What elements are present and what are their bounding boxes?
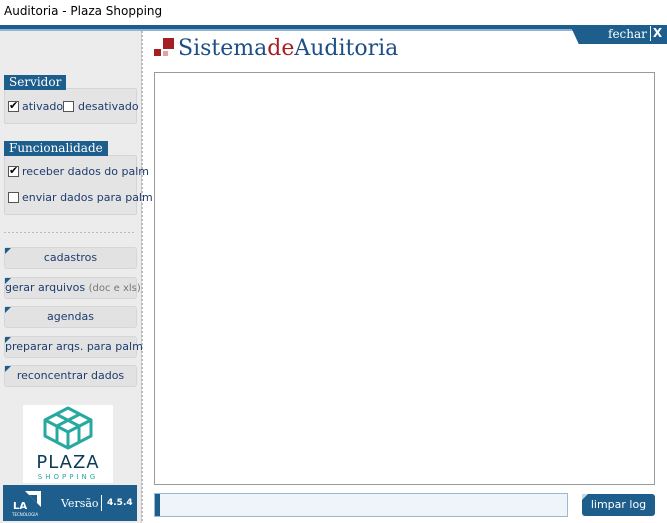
enviar-checkbox[interactable] [8,192,19,203]
desativado-checkbox[interactable] [63,101,74,112]
close-link[interactable]: fechar [608,27,647,41]
ativado-label: ativado [22,100,64,113]
la-logo-subtext: TECNOLOGIA [11,512,38,517]
progress-fill [155,494,160,516]
receber-checkbox[interactable] [8,164,19,177]
funcionalidade-group [4,155,137,215]
enviar-label: enviar dados para palm [22,191,153,204]
plaza-cube-icon [43,406,93,450]
window-title: Auditoria - Plaza Shopping [4,4,163,18]
close-bar: fechar X [570,25,667,44]
version-label: Versão [61,497,99,510]
version-number: 4.5.4 [107,498,133,508]
gerar-arquivos-label: gerar arquivos [5,281,86,294]
receber-label: receber dados do palm [22,165,149,178]
reconcentrar-dados-button[interactable]: reconcentrar dados [4,365,137,387]
preparar-arqs-label: preparar arqs. para palm [5,340,143,353]
app-title-part1: Sistema [178,36,268,61]
desativado-label: desativado [78,100,139,113]
agendas-button[interactable]: agendas [4,306,137,328]
agendas-label: agendas [47,310,94,323]
servidor-title: Servidor [4,75,67,90]
sidebar-divider [141,31,143,523]
la-logo-text: LA [13,501,27,512]
window-titlebar: Auditoria - Plaza Shopping [0,0,667,25]
progress-bar [154,493,568,517]
app-title: SistemadeAuditoria [178,36,398,61]
cadastros-label: cadastros [43,251,98,264]
la-tecnologia-logo-icon: LA TECNOLOGIA [11,491,41,517]
ativado-checkbox[interactable] [8,99,19,112]
sidebar-separator [4,232,136,233]
gerar-arquivos-note: (doc e xls) [88,283,141,294]
log-textarea[interactable] [154,72,655,485]
close-icon[interactable]: X [650,26,664,41]
gerar-arquivos-button[interactable]: gerar arquivos (doc e xls) [4,277,141,299]
shopping-wordmark: SHOPPING [37,473,99,481]
plaza-wordmark: PLAZA [36,452,100,473]
brand-squares-icon [154,38,174,56]
plaza-logo: PLAZA SHOPPING [23,405,113,483]
reconcentrar-dados-label: reconcentrar dados [16,369,125,382]
clear-log-button[interactable]: limpar log [582,494,655,516]
funcionalidade-title: Funcionalidade [4,141,108,156]
app-title-part3: Auditoria [294,36,399,61]
cadastros-button[interactable]: cadastros [4,247,137,269]
app-title-part2: de [267,36,295,61]
version-divider [101,495,102,511]
version-bar: LA TECNOLOGIA Versão 4.5.4 [3,485,137,521]
preparar-arqs-button[interactable]: preparar arqs. para palm [4,336,143,358]
